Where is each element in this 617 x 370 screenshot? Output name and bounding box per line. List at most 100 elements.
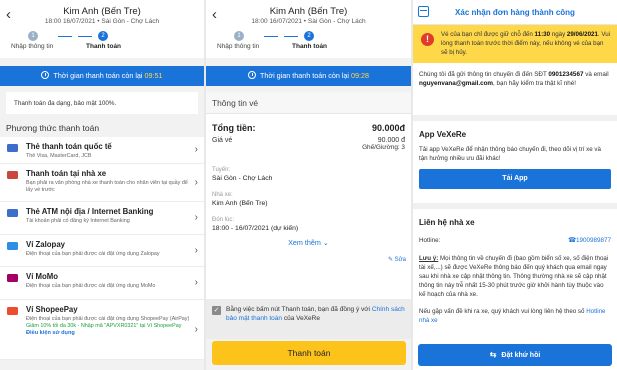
step-divider: [264, 36, 278, 37]
alert-icon: !: [421, 33, 434, 46]
countdown-time: 09:51: [144, 71, 163, 80]
momo-icon: [7, 274, 18, 282]
note-label: Lưu ý:: [419, 255, 439, 262]
method-subtitle: Điện thoại của bạn phải được cài đặt ứng…: [26, 251, 160, 257]
phone-icon: ☎: [568, 237, 576, 244]
email-address: nguyenvana@gmail.com: [419, 80, 494, 87]
ticket-info-screen: ‹ Kim Anh (Bến Tre) 18:00 16/07/2021 • S…: [206, 0, 411, 370]
atm-card-icon: [7, 209, 18, 217]
terms-link[interactable]: Điều kiện sử dụng: [26, 330, 190, 336]
app-promo: App VeXeRe Tải app VeXeRe để nhận thông …: [413, 121, 617, 203]
hotline-number: 1900989877: [575, 237, 611, 244]
pickup-value: 18:00 - 16/07/2021 (dự kiến): [212, 225, 299, 232]
total-value: 90.000đ: [371, 123, 405, 133]
countdown-label: Thời gian thanh toán còn lại: [53, 71, 143, 80]
price-label: Giá vé: [212, 137, 233, 144]
edit-label: Sửa: [394, 257, 406, 263]
method-subtitle: Thẻ Visa, MasterCard, JCB: [26, 153, 92, 159]
hotline-row: Hotline: ☎1900989877: [419, 237, 611, 244]
step-2-dot: 2: [304, 31, 314, 41]
info-text: , bạn hãy kiểm tra thật kĩ nhé!: [493, 80, 576, 87]
see-more-button[interactable]: Xem thêm ⌄: [212, 238, 405, 247]
operator-contact: Liên hệ nhà xe Hotline: ☎1900989877 Lưu …: [413, 209, 617, 330]
step-2-label: Thanh toán: [86, 43, 122, 50]
help-text: Nếu gặp vấn đề khi ra xe, quý khách vui …: [419, 308, 585, 315]
see-more-label: Xem thêm: [288, 238, 321, 247]
pay-button[interactable]: Thanh toán: [212, 341, 406, 365]
method-subtitle: Điện thoại của bạn phải được cài đặt ứng…: [26, 316, 190, 322]
chevron-down-icon: ⌄: [322, 238, 329, 247]
chevron-right-icon: ›: [194, 212, 198, 223]
shopeepay-icon: [7, 307, 18, 315]
method-title: Thẻ ATM nội địa / Internet Banking: [26, 207, 154, 216]
ticket-details: Tổng tiền: 90.000đ Giá vé 90.000 đ Ghế/Giư…: [206, 114, 411, 299]
book-return-button[interactable]: ⇆ Đặt khứ hồi: [418, 344, 612, 366]
step-divider: [78, 36, 92, 37]
operator-label: Nhà xe:: [212, 192, 233, 198]
payment-method-zalopay[interactable]: Ví Zalopay Điện thoại của bạn phải được …: [0, 235, 204, 267]
step-2-dot: 2: [98, 31, 108, 41]
order-confirmation-screen: Xác nhận đơn hàng thành công ! Vé của bạ…: [413, 0, 617, 370]
countdown-bar: Thời gian thanh toán còn lại 09:28: [206, 66, 411, 86]
payment-method-at-office[interactable]: Thanh toán tại nhà xe Bạn phải ra văn ph…: [0, 164, 204, 202]
agree-text: Bằng việc bấm nút Thanh toán, bạn đã đồn…: [226, 306, 370, 313]
payment-method-card[interactable]: Thẻ thanh toán quốc tế Thẻ Visa, MasterC…: [0, 137, 204, 164]
total-label: Tổng tiền:: [212, 123, 256, 133]
operator-value: Kim Anh (Bến Tre): [212, 200, 268, 207]
phone-number: 0901234567: [548, 71, 584, 78]
total-row: Tổng tiền: 90.000đ: [212, 123, 405, 133]
countdown-bar: Thời gian thanh toán còn lại 09:51: [0, 66, 204, 86]
security-notice: Thanh toán đa dạng, bảo mật 100%.: [6, 92, 198, 114]
method-title: Thẻ thanh toán quốc tế: [26, 142, 112, 151]
payment-agreement: ✓ Bằng việc bấm nút Thanh toán, bạn đã đ…: [206, 299, 411, 339]
credit-card-icon: [7, 144, 18, 152]
update-note: Lưu ý: Mọi thông tin về chuyến đi (bao g…: [419, 254, 611, 299]
price-value: 90.000 đ: [377, 137, 405, 144]
price-row: Giá vé 90.000 đ: [212, 137, 405, 144]
screens: ‹ Kim Anh (Bến Tre) 18:00 16/07/2021 • S…: [0, 0, 617, 370]
swap-icon: ⇆: [489, 350, 497, 359]
agree-checkbox[interactable]: ✓: [212, 306, 221, 315]
payment-method-shopeepay[interactable]: Ví ShopeePay Điện thoại của bạn phải đượ…: [0, 300, 204, 360]
hotline-label: Hotline:: [419, 237, 441, 244]
ticket-info-heading: Thông tin vé: [206, 92, 411, 114]
step-progress: 1 2 Nhập thông tin Thanh toán: [206, 31, 411, 55]
countdown-time: 09:28: [351, 71, 370, 80]
hold-time: 11:30: [534, 31, 551, 38]
warn-text: ngày: [551, 31, 566, 38]
method-title: Ví ShopeePay: [26, 305, 78, 314]
method-title: Ví Zalopay: [26, 240, 65, 249]
trip-title: Kim Anh (Bến Tre): [269, 6, 348, 17]
info-text: Chúng tôi đã gửi thông tin chuyến đi đến…: [419, 71, 547, 78]
edit-pickup-button[interactable]: ✎ Sửa: [388, 256, 406, 263]
trip-subtitle: 18:00 16/07/2021 • Sài Gòn - Chợ Lách: [44, 18, 160, 25]
step-progress: 1 2 Nhập thông tin Thanh toán: [0, 31, 204, 55]
confirmation-title: Xác nhận đơn hàng thành công: [455, 8, 575, 17]
chevron-right-icon: ›: [194, 244, 198, 256]
chevron-right-icon: ›: [194, 144, 198, 155]
download-app-button[interactable]: Tải App: [419, 169, 611, 189]
hold-date: 29/06/2021: [566, 31, 598, 38]
step-1-dot: 1: [28, 31, 38, 41]
hotline-link[interactable]: ☎1900989877: [568, 237, 611, 244]
payment-method-screen: ‹ Kim Anh (Bến Tre) 18:00 16/07/2021 • S…: [0, 0, 204, 370]
step-divider: [284, 36, 298, 37]
contact-title: Liên hệ nhà xe: [419, 218, 475, 227]
payment-method-atm[interactable]: Thẻ ATM nội địa / Internet Banking Tài k…: [0, 202, 204, 235]
step-2-label: Thanh toán: [292, 43, 328, 50]
countdown-label: Thời gian thanh toán còn lại: [259, 71, 350, 80]
pickup-label: Đón lúc:: [212, 217, 235, 223]
chevron-right-icon: ›: [194, 323, 198, 335]
payment-method-momo[interactable]: Ví MoMo Điện thoại của bạn phải được cài…: [0, 267, 204, 300]
header: Xác nhận đơn hàng thành công: [413, 0, 617, 25]
info-text: và email: [585, 71, 609, 78]
header: ‹ Kim Anh (Bến Tre) 18:00 16/07/2021 • S…: [206, 0, 411, 58]
ticket-body: Thông tin vé Tổng tiền: 90.000đ Giá vé 90.…: [206, 92, 411, 339]
promo-text: Giảm 10% tối đa 30k - Nhập mã "APVXR0321…: [26, 323, 182, 329]
seat-number: Ghế/Giường: 3: [362, 144, 405, 151]
step-divider: [58, 36, 72, 37]
store-icon: [7, 171, 18, 179]
payment-methods-heading: Phương thức thanh toán: [6, 123, 100, 133]
clock-icon: [41, 71, 50, 79]
chevron-right-icon: ›: [194, 277, 198, 288]
